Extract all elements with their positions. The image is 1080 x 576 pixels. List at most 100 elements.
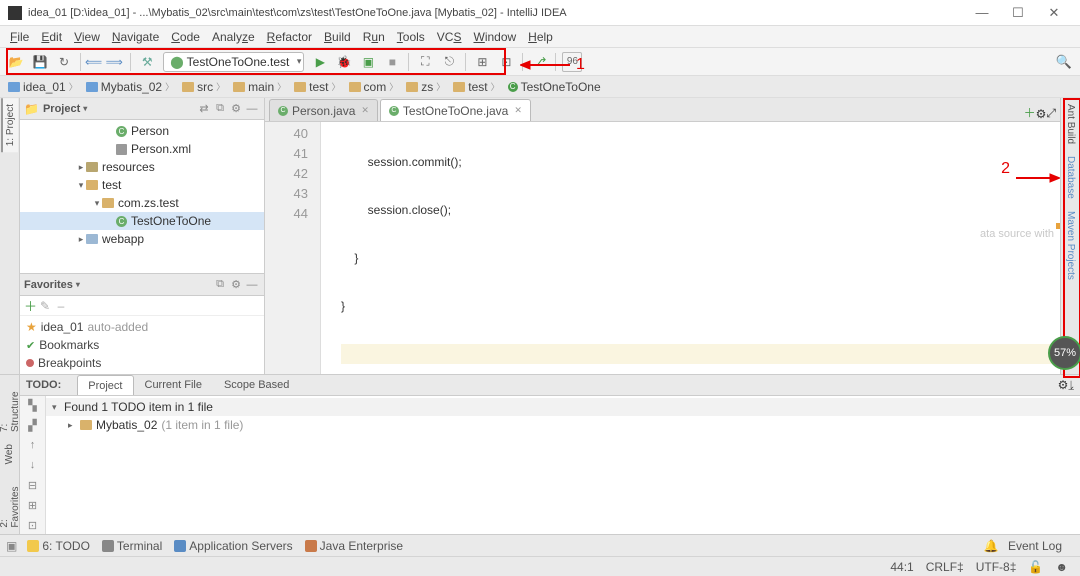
stop-icon[interactable]: ■ bbox=[382, 52, 402, 72]
btn-java-ee[interactable]: Java Enterprise bbox=[305, 539, 403, 553]
coverage-icon[interactable]: ▣ bbox=[358, 52, 378, 72]
btn-appservers[interactable]: Application Servers bbox=[174, 539, 292, 553]
todo-up-icon[interactable]: ↑ bbox=[24, 439, 42, 457]
menu-view[interactable]: View bbox=[68, 28, 106, 46]
bc-com[interactable]: com〉 bbox=[347, 80, 403, 94]
build-icon[interactable]: ⚒ bbox=[137, 52, 157, 72]
code-editor[interactable]: 40 41 42 43 44 session.commit(); session… bbox=[265, 122, 1060, 374]
refresh-icon[interactable]: ↻ bbox=[54, 52, 74, 72]
annotation-label-1: 1 bbox=[576, 56, 585, 74]
bc-zs[interactable]: zs〉 bbox=[404, 80, 449, 94]
profile-icon[interactable]: ⛶ bbox=[415, 52, 435, 72]
menu-analyze[interactable]: Analyze bbox=[206, 28, 261, 46]
ed-add-icon[interactable]: ＋ bbox=[1024, 104, 1036, 121]
menu-file[interactable]: File bbox=[4, 28, 35, 46]
annotation-arrow-1: 1 bbox=[520, 56, 585, 74]
tab-database[interactable]: Database bbox=[1063, 150, 1078, 205]
todo-filter1-icon[interactable]: ⊟ bbox=[24, 479, 42, 497]
menu-tools[interactable]: Tools bbox=[391, 28, 431, 46]
bc-src[interactable]: src〉 bbox=[180, 80, 229, 94]
main-toolbar: 📂 💾 ↻ ⟸ ⟹ ⚒ ⬤ TestOneToOne.test ▶ 🐞 ▣ ■ … bbox=[0, 48, 1080, 76]
fav-collapse-icon[interactable]: ⧉ bbox=[212, 277, 228, 293]
bc-main[interactable]: main〉 bbox=[231, 80, 290, 94]
menu-navigate[interactable]: Navigate bbox=[106, 28, 165, 46]
fav-item-idea[interactable]: ★idea_01auto-added bbox=[20, 318, 264, 336]
fav-edit-icon[interactable]: ✎ bbox=[37, 299, 53, 313]
bc-project[interactable]: idea_01〉 bbox=[6, 80, 82, 94]
tool-window-icon[interactable]: ▣ bbox=[6, 539, 17, 553]
hide-icon[interactable]: — bbox=[244, 101, 260, 117]
tab-ant-build[interactable]: Ant Build bbox=[1063, 98, 1078, 150]
event-log-button[interactable]: 🔔 Event Log bbox=[984, 539, 1068, 553]
todo-expand-icon[interactable]: ▚ bbox=[24, 399, 42, 417]
menu-build[interactable]: Build bbox=[318, 28, 357, 46]
run-icon[interactable]: ▶ bbox=[310, 52, 330, 72]
bc-test2[interactable]: test〉 bbox=[451, 80, 503, 94]
menu-edit[interactable]: Edit bbox=[35, 28, 68, 46]
ed-gear-icon[interactable]: ⚙ bbox=[1036, 107, 1047, 121]
todo-tab-project[interactable]: Project bbox=[77, 375, 133, 395]
menu-window[interactable]: Window bbox=[467, 28, 522, 46]
menu-run[interactable]: Run bbox=[357, 28, 391, 46]
run-config-combo[interactable]: ⬤ TestOneToOne.test bbox=[163, 52, 304, 72]
todo-gear-icon[interactable]: ⚙ bbox=[1058, 378, 1069, 393]
bc-module[interactable]: Mybatis_02〉 bbox=[84, 80, 178, 94]
debug-icon[interactable]: 🐞 bbox=[334, 52, 354, 72]
save-icon[interactable]: 💾 bbox=[30, 52, 50, 72]
todo-tab-scope[interactable]: Scope Based bbox=[213, 375, 300, 395]
menu-refactor[interactable]: Refactor bbox=[261, 28, 318, 46]
collapse-icon[interactable]: ⧉ bbox=[212, 101, 228, 117]
minimize-button[interactable]: — bbox=[964, 2, 1000, 24]
hector-icon[interactable]: ☻ bbox=[1055, 560, 1068, 574]
todo-filter2-icon[interactable]: ⊞ bbox=[24, 499, 42, 517]
search-all-icon[interactable]: ⊡ bbox=[496, 52, 516, 72]
menu-help[interactable]: Help bbox=[522, 28, 559, 46]
bc-test[interactable]: test〉 bbox=[292, 80, 344, 94]
tab-favorites[interactable]: 2: Favorites bbox=[0, 470, 23, 534]
autoscroll-icon[interactable]: ⇄ bbox=[196, 101, 212, 117]
menu-bar: File Edit View Navigate Code Analyze Ref… bbox=[0, 26, 1080, 48]
close-button[interactable]: ✕ bbox=[1036, 2, 1072, 24]
close-tab-icon[interactable]: ✕ bbox=[514, 105, 522, 116]
project-tree[interactable]: CPerson Person.xml ▸resources ▾test ▾com… bbox=[20, 120, 264, 273]
menu-code[interactable]: Code bbox=[165, 28, 206, 46]
search-icon[interactable]: 🔍 bbox=[1054, 52, 1074, 72]
todo-collapse2-icon[interactable]: ▞ bbox=[24, 419, 42, 437]
fav-gear-icon[interactable]: ⚙ bbox=[228, 277, 244, 293]
fav-item-bookmarks[interactable]: ✔Bookmarks bbox=[20, 336, 264, 354]
btn-terminal[interactable]: Terminal bbox=[102, 539, 162, 553]
editor-tab-person[interactable]: CPerson.java✕ bbox=[269, 99, 378, 121]
code-content[interactable]: session.commit(); session.close(); } } a… bbox=[321, 122, 1060, 374]
left-tool-stripe-lower: 7: Structure Web 2: Favorites bbox=[0, 375, 20, 534]
todo-tab-current[interactable]: Current File bbox=[134, 375, 213, 395]
close-tab-icon[interactable]: ✕ bbox=[361, 105, 369, 116]
btn-todo[interactable]: 6: TODO bbox=[27, 539, 90, 553]
fav-hide-icon[interactable]: — bbox=[244, 277, 260, 293]
redo-icon[interactable]: ⟹ bbox=[104, 52, 124, 72]
file-encoding[interactable]: UTF-8‡ bbox=[976, 560, 1017, 574]
ed-more-icon[interactable]: ⤢ bbox=[1046, 106, 1056, 121]
project-panel-title[interactable]: Project bbox=[43, 103, 196, 115]
attach-icon[interactable]: ⎋ bbox=[439, 52, 459, 72]
tab-web[interactable]: Web bbox=[2, 438, 17, 470]
undo-icon[interactable]: ⟸ bbox=[85, 55, 102, 69]
fav-remove-icon[interactable]: – bbox=[53, 299, 69, 313]
fav-item-breakpoints[interactable]: Breakpoints bbox=[20, 354, 264, 372]
menu-vcs[interactable]: VCS bbox=[431, 28, 468, 46]
editor-tab-test[interactable]: CTestOneToOne.java✕ bbox=[380, 99, 531, 121]
tab-maven[interactable]: Maven Projects bbox=[1063, 205, 1078, 286]
caret-position[interactable]: 44:1 bbox=[890, 560, 913, 574]
todo-tabs: TODO: Project Current File Scope Based ⚙… bbox=[20, 375, 1080, 396]
maximize-button[interactable]: ☐ bbox=[1000, 2, 1036, 24]
tab-structure[interactable]: 7: Structure bbox=[0, 375, 23, 438]
lock-icon[interactable]: 🔓 bbox=[1028, 560, 1043, 574]
tab-project[interactable]: 1: Project bbox=[1, 98, 18, 152]
fav-add-icon[interactable]: ＋ bbox=[24, 296, 37, 315]
struct-icon[interactable]: ⊞ bbox=[472, 52, 492, 72]
bc-class[interactable]: CTestOneToOne bbox=[506, 80, 605, 94]
open-icon[interactable]: 📂 bbox=[6, 52, 26, 72]
todo-hide-icon[interactable]: ⥕ bbox=[1068, 378, 1074, 393]
todo-down-icon[interactable]: ↓ bbox=[24, 459, 42, 477]
line-separator[interactable]: CRLF‡ bbox=[926, 560, 964, 574]
gear-icon[interactable]: ⚙ bbox=[228, 101, 244, 117]
